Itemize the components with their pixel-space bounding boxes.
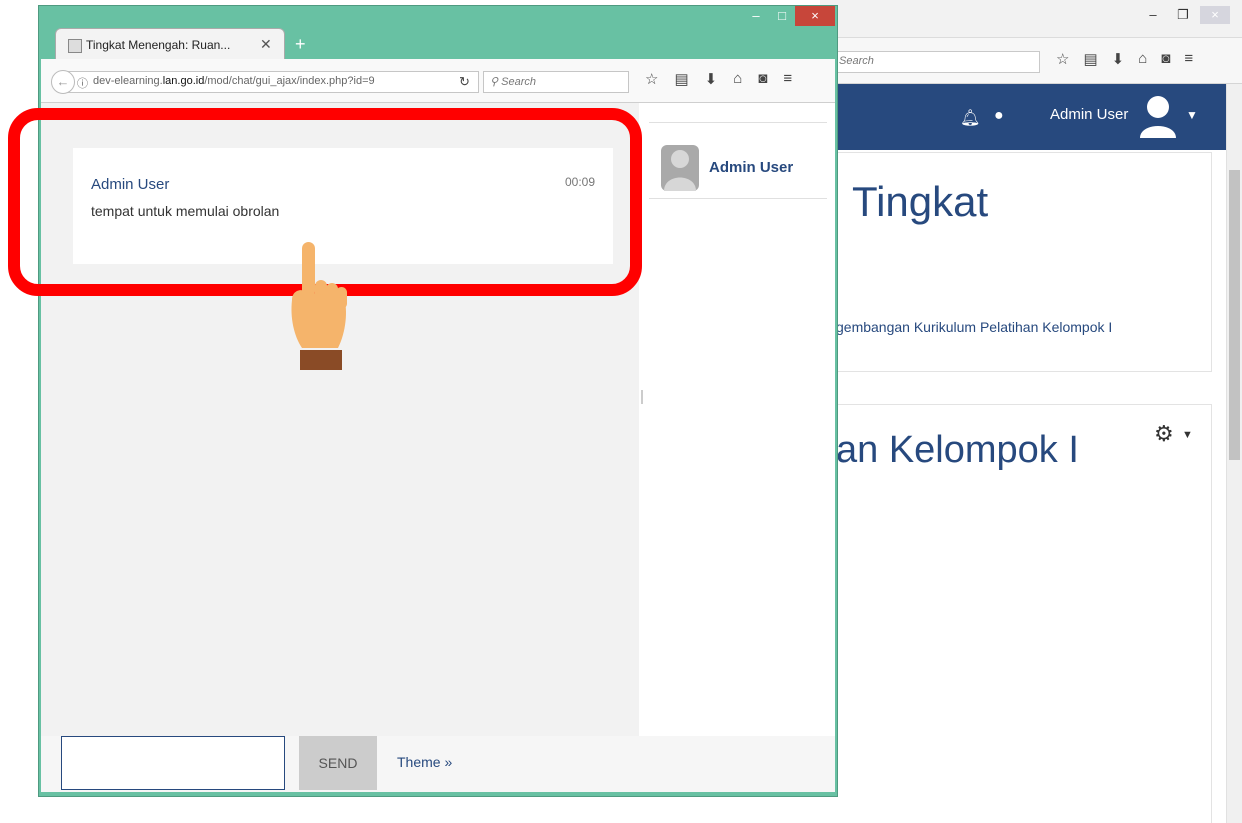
window-controls: – □ ×: [743, 6, 835, 26]
theme-link[interactable]: Theme »: [397, 754, 452, 770]
bg-restore-button[interactable]: ❐: [1170, 6, 1196, 24]
pointing-hand-icon: [291, 242, 347, 370]
screen: – ❐ × Search ☆ ▤ ⬇ ⌂ ◙ ≡ 🔔︎ ● Admin User: [0, 0, 1242, 823]
star-icon[interactable]: ☆: [1056, 50, 1069, 68]
download-icon[interactable]: ⬇: [1112, 50, 1125, 68]
bg-toolbar: Search ☆ ▤ ⬇ ⌂ ◙ ≡: [820, 38, 1242, 84]
chevron-down-icon[interactable]: ▼: [1186, 108, 1198, 122]
chat-bubble-icon[interactable]: ●: [994, 107, 1004, 125]
bg-search-input[interactable]: Search: [820, 51, 1040, 73]
browser-toolbar: ⓘ dev-elearning.lan.go.id/mod/chat/gui_a…: [41, 59, 835, 103]
bg-titlebar: – ❐ ×: [820, 0, 1242, 38]
bg-minimize-button[interactable]: –: [1140, 6, 1166, 24]
bg-window-controls: – ❐ ×: [1140, 6, 1230, 24]
bg-close-button[interactable]: ×: [1200, 6, 1230, 24]
chevron-down-icon[interactable]: ▼: [1182, 429, 1193, 441]
close-icon[interactable]: ✕: [260, 36, 272, 53]
pocket-icon[interactable]: ◙: [1161, 50, 1170, 68]
reader-icon[interactable]: ▤: [674, 70, 688, 88]
message-compose-bar: SEND Theme »: [41, 736, 835, 792]
url-domain: lan.go.id: [162, 75, 205, 87]
send-button[interactable]: SEND: [299, 736, 377, 790]
menu-icon[interactable]: ≡: [783, 70, 792, 88]
users-pane: Admin User: [643, 103, 835, 736]
bg-toolbar-icons: ☆ ▤ ⬇ ⌂ ◙ ≡: [1056, 50, 1193, 68]
search-icon: ⚲: [490, 76, 502, 88]
gear-icon[interactable]: ⚙: [1154, 421, 1174, 447]
section-title: an Kelompok I: [836, 429, 1079, 471]
page-title: Tingkat: [852, 178, 989, 225]
new-tab-icon[interactable]: +: [295, 34, 306, 55]
user-name: Admin User: [709, 159, 794, 176]
search-input[interactable]: ⚲ Search: [483, 71, 629, 93]
user-avatar-icon: [661, 145, 699, 191]
section-card: an Kelompok I ⚙ ▼: [820, 404, 1212, 823]
navbar-username[interactable]: Admin User: [1050, 106, 1128, 123]
home-icon[interactable]: ⌂: [733, 70, 742, 88]
home-icon[interactable]: ⌂: [1138, 50, 1147, 68]
menu-icon[interactable]: ≡: [1184, 50, 1193, 68]
maximize-button[interactable]: □: [769, 6, 795, 26]
user-list-item[interactable]: Admin User: [649, 123, 827, 199]
user-avatar-icon[interactable]: [1138, 94, 1178, 138]
reload-icon[interactable]: ↻: [459, 74, 470, 90]
bg-scrollbar-thumb[interactable]: [1229, 170, 1240, 460]
url-bar[interactable]: ⓘ dev-elearning.lan.go.id/mod/chat/gui_a…: [63, 71, 479, 93]
background-browser-window: – ❐ × Search ☆ ▤ ⬇ ⌂ ◙ ≡ 🔔︎ ● Admin User: [820, 0, 1242, 823]
url-prefix: dev-elearning.: [93, 75, 163, 87]
back-icon[interactable]: ←: [51, 70, 75, 94]
url-path: /mod/chat/gui_ajax/index.php?id=9: [204, 75, 375, 87]
minimize-button[interactable]: –: [743, 6, 769, 26]
pocket-icon[interactable]: ◙: [758, 70, 767, 88]
bg-scrollbar[interactable]: [1226, 84, 1242, 823]
url-text[interactable]: dev-elearning.lan.go.id/mod/chat/gui_aja…: [93, 75, 375, 87]
info-icon[interactable]: ⓘ: [77, 75, 88, 91]
tab-title: Tingkat Menengah: Ruan...: [86, 38, 231, 52]
page-icon: [68, 39, 82, 53]
breadcrumb[interactable]: gembangan Kurikulum Pelatihan Kelompok I: [836, 319, 1112, 335]
course-header-card: Tingkat gembangan Kurikulum Pelatihan Ke…: [820, 152, 1212, 372]
star-icon[interactable]: ☆: [645, 70, 658, 88]
search-placeholder: Search: [501, 76, 536, 88]
bell-icon[interactable]: 🔔︎: [960, 108, 980, 128]
message-input[interactable]: [61, 736, 285, 790]
tab-chat[interactable]: Tingkat Menengah: Ruan... ✕: [55, 28, 285, 60]
close-button[interactable]: ×: [795, 6, 835, 26]
toolbar-icons: ☆ ▤ ⬇ ⌂ ◙ ≡: [645, 70, 792, 88]
reader-icon[interactable]: ▤: [1083, 50, 1097, 68]
site-navbar: 🔔︎ ● Admin User ▼: [820, 84, 1226, 150]
download-icon[interactable]: ⬇: [705, 70, 718, 88]
